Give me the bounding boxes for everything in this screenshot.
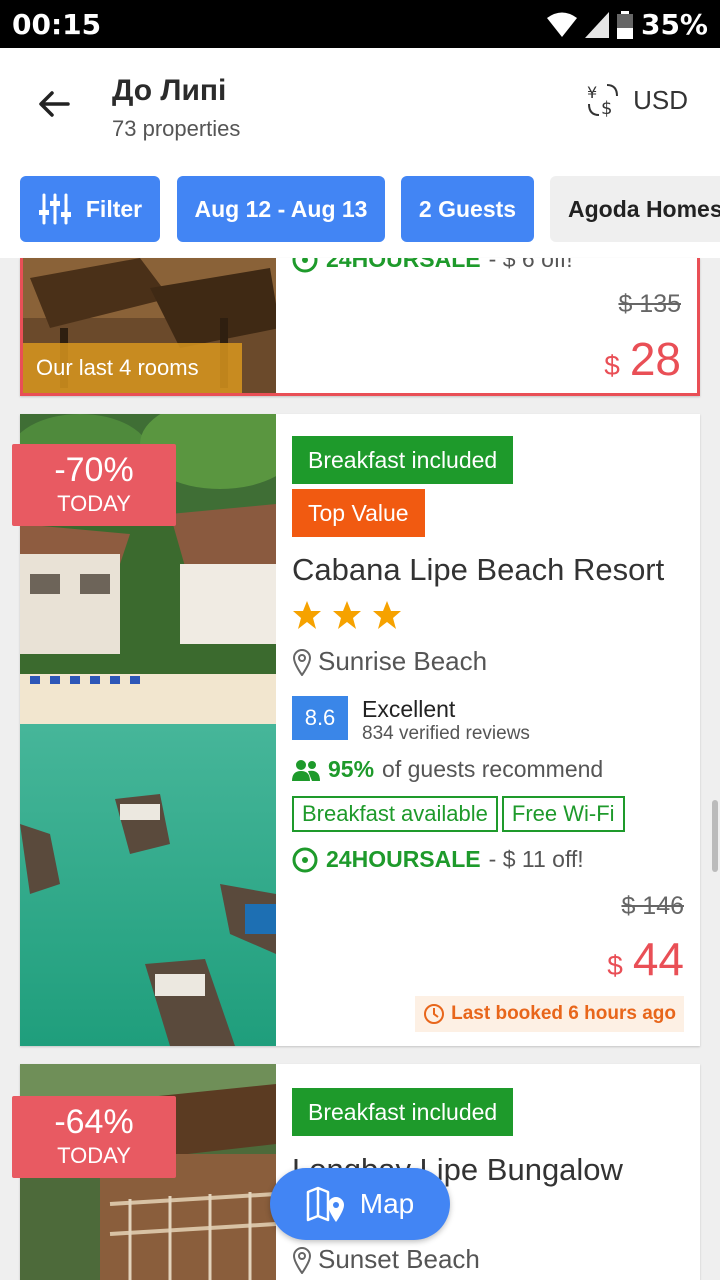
app-header: До Липі 73 properties ¥ $ USD — [0, 48, 720, 160]
filter-button[interactable]: Filter — [20, 176, 160, 242]
property-count: 73 properties — [112, 116, 241, 141]
recommend-line: 95% of guests recommend — [292, 756, 603, 783]
promo-line: 24HOURSALE - $ 11 off! — [292, 846, 584, 873]
guests-button[interactable]: 2 Guests — [401, 176, 534, 242]
location-label: Sunrise Beach — [318, 646, 488, 676]
price-currency: $ — [604, 350, 620, 381]
discount-badge: -70% TODAY — [12, 444, 176, 526]
feature-wifi: Free Wi-Fi — [501, 796, 625, 832]
price-amount: 28 — [629, 333, 681, 385]
back-arrow-icon[interactable] — [34, 84, 74, 124]
review-score: 8.6 — [292, 696, 348, 740]
battery-percent: 35% — [640, 8, 708, 41]
svg-text:¥: ¥ — [587, 83, 597, 102]
review-score-word: Excellent — [362, 696, 456, 722]
promo-code: 24HOURSALE — [326, 846, 481, 872]
coupon-tag-icon — [292, 847, 318, 872]
star-rating — [292, 600, 402, 630]
feature-breakfast: Breakfast available — [292, 796, 498, 832]
location-label: Sunset Beach — [318, 1244, 480, 1274]
hotel-name: Cabana Lipe Beach Resort — [292, 552, 665, 587]
coupon-tag-icon — [292, 258, 318, 272]
discount-when: TODAY — [57, 1143, 131, 1168]
sale-price: $ 44 — [607, 932, 684, 986]
hotel-location: Sunset Beach — [292, 1244, 480, 1275]
agoda-homes-label: Agoda Homes — [568, 195, 720, 222]
currency-selector[interactable]: ¥ $ USD — [585, 82, 688, 118]
promo-text: - $ 6 off! — [488, 258, 573, 272]
discount-percent: -70% — [54, 451, 134, 489]
status-icons: 35% — [546, 8, 708, 41]
discount-badge: -64% TODAY — [12, 1096, 176, 1178]
last-rooms-badge: Our last 4 rooms — [23, 343, 242, 393]
date-range-button[interactable]: Aug 12 - Aug 13 — [177, 176, 385, 242]
hotel-location: Sunrise Beach — [292, 646, 487, 677]
recommend-percent: 95% — [328, 756, 375, 782]
tag-breakfast-included: Breakfast included — [292, 1088, 514, 1136]
map-button[interactable]: Map — [270, 1168, 450, 1240]
clock-alert-icon — [424, 1004, 445, 1024]
last-booked-badge: Last booked 6 hours ago — [415, 996, 684, 1032]
filter-bar: Filter Aug 12 - Aug 13 2 Guests Agoda Ho… — [0, 160, 720, 258]
recommend-text: of guests recommend — [382, 756, 604, 782]
star-icon — [333, 601, 361, 629]
promo-text: - $ 11 off! — [488, 846, 584, 872]
promo-code: 24HOURSALE — [326, 258, 481, 272]
star-icon — [373, 601, 401, 629]
hotel-photo: Our last 4 rooms — [23, 258, 276, 393]
scrollbar-thumb[interactable] — [712, 800, 718, 872]
wifi-icon — [546, 12, 577, 37]
currency-label: USD — [633, 84, 688, 115]
date-range-label: Aug 12 - Aug 13 — [194, 195, 368, 222]
discount-when: TODAY — [57, 491, 131, 516]
sliders-icon — [38, 193, 71, 225]
original-price: $ 146 — [621, 892, 684, 920]
price-currency: $ — [607, 950, 623, 981]
location-pin-icon — [292, 648, 312, 676]
last-booked-text: Last booked 6 hours ago — [451, 1003, 676, 1024]
hotel-card-previous[interactable]: Our last 4 rooms 24HOURSALE - $ 6 off! $… — [20, 258, 700, 396]
filter-label: Filter — [85, 195, 143, 222]
users-icon — [292, 759, 320, 781]
page-title: До Липі — [112, 74, 227, 107]
location-pin-icon — [292, 1246, 312, 1274]
status-time: 00:15 — [12, 8, 102, 41]
battery-icon — [616, 10, 633, 39]
promo-line: 24HOURSALE - $ 6 off! — [292, 258, 573, 273]
feature-list: Breakfast available Free Wi-Fi — [292, 796, 625, 832]
guests-label: 2 Guests — [418, 195, 517, 222]
star-icon — [293, 601, 321, 629]
map-button-label: Map — [359, 1188, 415, 1219]
cell-signal-icon — [584, 11, 609, 38]
original-price: $ 135 — [618, 290, 681, 318]
agoda-homes-chip[interactable]: Agoda Homes — [550, 176, 720, 242]
status-bar: 00:15 35% — [0, 0, 720, 48]
tag-breakfast-included: Breakfast included — [292, 436, 514, 484]
map-icon — [306, 1186, 344, 1222]
sale-price: $ 28 — [604, 332, 681, 386]
tag-top-value: Top Value — [292, 489, 425, 537]
price-amount: 44 — [632, 933, 684, 985]
discount-percent: -64% — [54, 1103, 134, 1141]
svg-text:$: $ — [601, 98, 612, 118]
review-count: 834 verified reviews — [362, 723, 530, 744]
currency-exchange-icon: ¥ $ — [587, 83, 619, 118]
